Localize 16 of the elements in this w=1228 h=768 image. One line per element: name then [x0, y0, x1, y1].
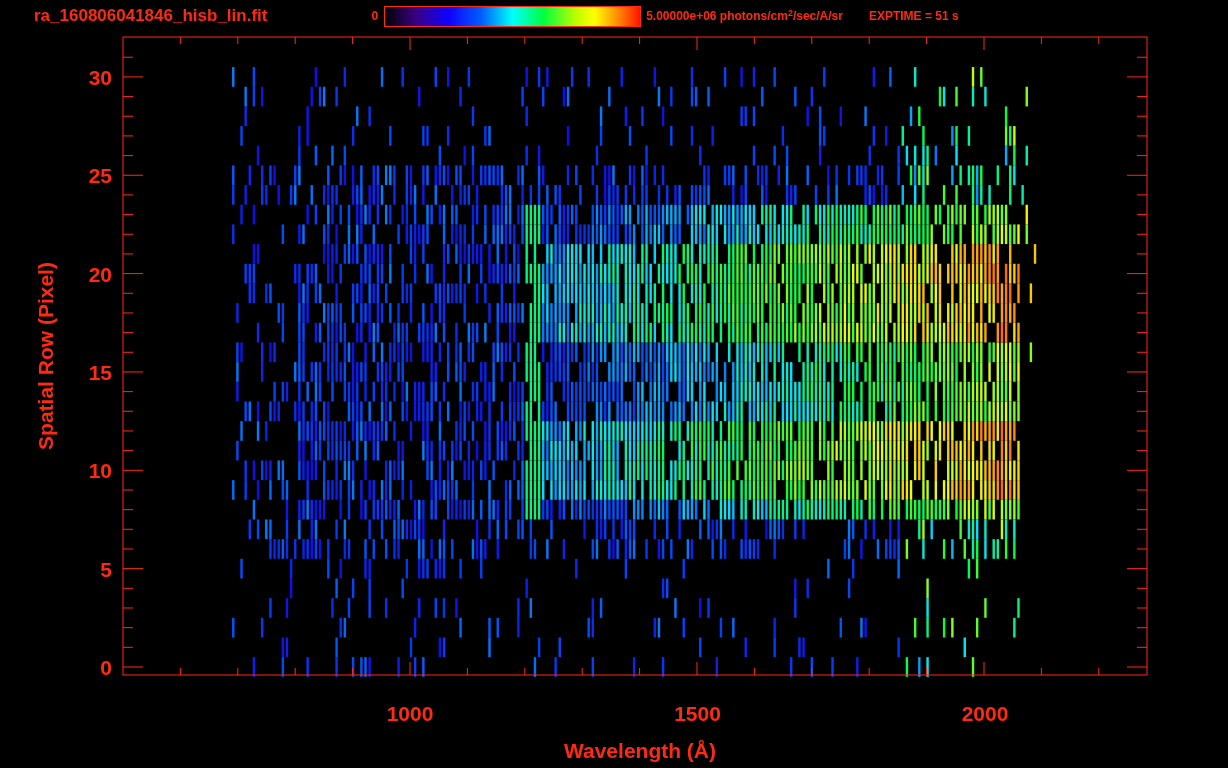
y-tick-label: 20	[88, 262, 112, 286]
x-tick-label: 1000	[386, 702, 434, 725]
y-tick-label: 10	[88, 459, 112, 483]
y-tick-label: 25	[88, 164, 112, 188]
x-tick-label: 1500	[674, 702, 721, 725]
exposure-time: EXPTIME = 51 s	[868, 8, 959, 25]
x-tick-label: 2000	[961, 702, 1009, 725]
y-tick-label: 15	[88, 360, 112, 384]
colorbar-max-label: 5.00000e+06 photons/cm$^{2}$/sec/A/sr	[646, 7, 843, 25]
y-axis-label: Spatial Row (Pixel)	[34, 262, 57, 450]
colorbar-min-label: 0	[371, 8, 379, 25]
y-tick-label: 0	[100, 656, 112, 679]
y-tick-label: 30	[88, 65, 112, 89]
file-title: ra_160806041846_hisb_lin.fit	[34, 5, 268, 28]
y-tick-label: 5	[100, 557, 112, 581]
x-axis-label: Wavelength (Å)	[563, 739, 717, 762]
